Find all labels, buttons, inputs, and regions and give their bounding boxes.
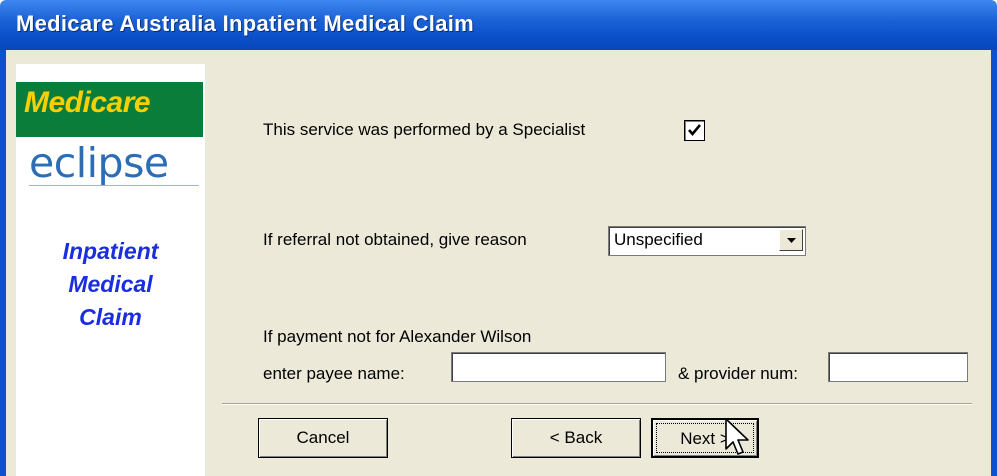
- medicare-logo-text: Medicare: [24, 86, 151, 119]
- specialist-checkbox[interactable]: [684, 120, 705, 141]
- eclipse-logo: eclipse: [29, 139, 169, 187]
- medicare-logo: Medicare: [16, 82, 203, 137]
- referral-reason-select[interactable]: Unspecified: [608, 226, 806, 256]
- referral-reason-value: Unspecified: [614, 230, 703, 249]
- payment-label: If payment not for Alexander Wilson: [263, 327, 532, 346]
- next-button-label: Next >: [680, 429, 730, 448]
- title-bar[interactable]: Medicare Australia Inpatient Medical Cla…: [0, 0, 997, 50]
- sidebar-caption: Inpatient Medical Claim: [16, 235, 205, 334]
- payee-name-input[interactable]: [451, 352, 666, 382]
- dropdown-button[interactable]: [779, 229, 803, 251]
- provider-label: & provider num:: [678, 364, 798, 383]
- button-separator: [222, 403, 972, 405]
- provider-num-input[interactable]: [828, 352, 968, 382]
- caption-line-3: Claim: [79, 304, 142, 330]
- referral-label: If referral not obtained, give reason: [263, 230, 527, 249]
- back-button[interactable]: < Back: [511, 418, 641, 458]
- payee-label: enter payee name:: [263, 364, 405, 383]
- dialog-window: Medicare Australia Inpatient Medical Cla…: [0, 0, 997, 476]
- checkmark-icon: [688, 124, 701, 137]
- window-frame-right: [991, 50, 997, 476]
- caption-line-1: Inpatient: [62, 238, 159, 264]
- caption-line-2: Medical: [68, 271, 153, 297]
- cancel-button[interactable]: Cancel: [258, 418, 388, 458]
- cancel-button-label: Cancel: [296, 428, 350, 447]
- specialist-label: This service was performed by a Speciali…: [263, 120, 586, 139]
- back-button-label: < Back: [549, 428, 603, 447]
- window-title: Medicare Australia Inpatient Medical Cla…: [16, 11, 475, 36]
- mouse-cursor-icon: [725, 418, 749, 455]
- chevron-down-icon: [787, 238, 796, 243]
- eclipse-logo-underline: [29, 185, 199, 186]
